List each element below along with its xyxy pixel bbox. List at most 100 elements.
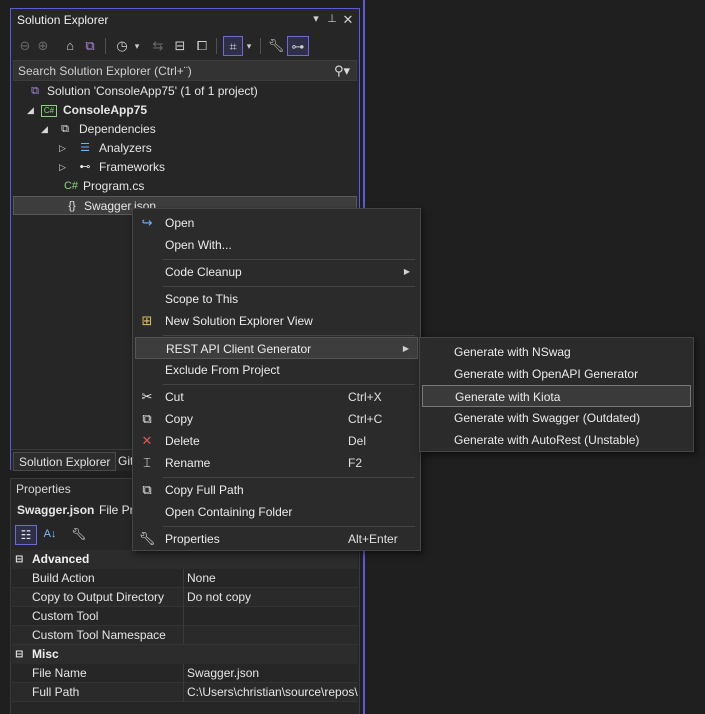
menu-label: Open Containing Folder [165,505,293,519]
tree-item-dependencies[interactable]: ◢ ⧉ Dependencies [41,120,357,139]
property-name: Custom Tool [32,609,99,623]
property-row[interactable]: Full Path C:\Users\christian\source\repo… [12,683,358,702]
property-row[interactable]: Custom Tool [12,607,358,626]
search-bar[interactable]: Search Solution Explorer (Ctrl+¨) ⚲▾ [13,60,357,81]
frameworks-icon: ⊷ [79,161,91,173]
menu-shortcut: F2 [348,456,363,470]
pin-icon[interactable]: ⊥ [325,12,339,28]
rest-api-submenu: Generate with NSwag Generate with OpenAP… [419,337,694,452]
property-value[interactable] [183,626,359,645]
collapse-icon[interactable]: ⊟ [15,550,23,569]
preview-selected-icon[interactable]: ⌗ [223,36,243,56]
rename-icon: ⌶ [143,455,151,470]
menu-label: Exclude From Project [165,363,280,377]
open-icon: ↪ [141,215,153,230]
collapsed-arrow-icon[interactable]: ▷ [59,158,66,177]
copy-icon: ⧉ [142,411,152,426]
menu-item-copy[interactable]: ⧉ Copy Ctrl+C [135,408,418,430]
menu-item-generate-swagger[interactable]: Generate with Swagger (Outdated) [422,407,691,429]
preview-icon[interactable]: ⊶ [287,36,309,56]
menu-item-generate-nswag[interactable]: Generate with NSwag [422,341,691,363]
menu-item-generate-openapi[interactable]: Generate with OpenAPI Generator [422,363,691,385]
sync-icon[interactable]: ⇆ [149,36,167,56]
property-pages-icon[interactable]: 🔧︎ [69,525,89,545]
property-value[interactable]: None [183,569,359,588]
wrench-icon[interactable]: 🔧︎ [267,36,285,56]
tree-item-label: Dependencies [79,122,156,136]
menu-item-properties[interactable]: 🔧︎ Properties Alt+Enter [135,528,418,550]
menu-label: Copy Full Path [165,483,244,497]
property-value[interactable]: Do not copy [183,588,359,607]
category-misc[interactable]: ⊟ Misc [12,645,358,664]
show-all-files-icon[interactable]: ⧠ [193,36,211,56]
json-file-icon: {} [68,200,76,212]
categorized-icon[interactable]: ☷ [15,525,37,545]
menu-item-rename[interactable]: ⌶ Rename F2 [135,452,418,474]
tree-item-label: Program.cs [83,179,145,193]
menu-item-exclude-from-project[interactable]: Exclude From Project [135,359,418,381]
tree-item-analyzers[interactable]: ▷ ☰ Analyzers [59,139,357,158]
search-icon[interactable]: ⚲▾ [334,63,350,79]
delete-x-icon: ✕ [141,433,153,448]
forward-icon[interactable]: ⊕ [35,36,51,56]
category-advanced[interactable]: ⊟ Advanced [12,550,358,569]
explorer-toolbar: ⊖ ⊕ ⌂ ⧉ ◷ ▾ ⇆ ⊟ ⧠ ⌗ ▾ 🔧︎ ⊶ [11,33,359,59]
menu-label: Generate with AutoRest (Unstable) [454,433,640,447]
menu-item-copy-full-path[interactable]: ⧉ Copy Full Path [135,479,418,501]
menu-label: Code Cleanup [165,265,242,279]
tree-item-project[interactable]: ◢ C# ConsoleApp75 [27,101,357,120]
tree-item-solution[interactable]: ⧉ Solution 'ConsoleApp75' (1 of 1 projec… [27,82,357,101]
property-value[interactable]: C:\Users\christian\source\repos\ [183,683,359,702]
property-row[interactable]: File Name Swagger.json [12,664,358,683]
menu-label: Copy [165,412,194,426]
menu-label: Generate with OpenAPI Generator [454,367,639,381]
property-row[interactable]: Custom Tool Namespace [12,626,358,645]
home-icon[interactable]: ⌂ [61,36,79,56]
property-row[interactable]: Copy to Output Directory Do not copy [12,588,358,607]
collapse-icon[interactable]: ⊟ [15,645,23,664]
new-view-icon: ⊞ [141,313,153,328]
tree-item-label: Solution 'ConsoleApp75' (1 of 1 project) [47,84,258,98]
solution-icon: ⧉ [31,85,39,97]
menu-item-generate-kiota[interactable]: Generate with Kiota [422,385,691,407]
submenu-arrow-icon: ▶ [402,344,409,353]
pending-changes-filter-icon[interactable]: ◷ [113,36,131,56]
expanded-arrow-icon[interactable]: ◢ [27,101,34,120]
collapsed-arrow-icon[interactable]: ▷ [59,139,66,158]
menu-item-open[interactable]: ↪ Open [135,212,418,234]
csharp-file-icon: C# [63,180,79,192]
switch-views-icon[interactable]: ⧉ [81,36,99,56]
menu-item-scope-to-this[interactable]: Scope to This [135,288,418,310]
expanded-arrow-icon[interactable]: ◢ [41,120,48,139]
menu-item-cut[interactable]: ✂ Cut Ctrl+X [135,386,418,408]
menu-item-delete[interactable]: ✕ Delete Del [135,430,418,452]
property-name: Copy to Output Directory [32,590,165,604]
property-value[interactable] [183,607,359,626]
menu-shortcut: Ctrl+X [348,390,382,404]
menu-item-open-with[interactable]: Open With... [135,234,418,256]
back-icon[interactable]: ⊖ [17,36,33,56]
csharp-project-icon: C# [41,105,57,117]
chevron-down-icon[interactable]: ▾ [132,36,142,56]
menu-item-rest-api-client-generator[interactable]: REST API Client Generator ▶ [135,337,418,359]
tree-item-frameworks[interactable]: ▷ ⊷ Frameworks [59,158,357,177]
chevron-down-icon[interactable]: ▾ [244,36,254,56]
window-position-icon[interactable]: ▾ [309,12,323,28]
close-icon[interactable]: ✕ [341,12,355,28]
menu-label: REST API Client Generator [166,342,312,356]
menu-item-open-containing-folder[interactable]: Open Containing Folder [135,501,418,523]
property-value[interactable]: Swagger.json [183,664,359,683]
tree-item-label: ConsoleApp75 [63,103,148,117]
tree-item-program[interactable]: C# Program.cs [59,177,357,196]
menu-label: Rename [165,456,211,470]
menu-item-generate-autorest[interactable]: Generate with AutoRest (Unstable) [422,429,691,451]
menu-item-new-explorer-view[interactable]: ⊞ New Solution Explorer View [135,310,418,332]
alphabetical-sort-icon[interactable]: A↓ [39,525,61,545]
tab-solution-explorer[interactable]: Solution Explorer [13,452,117,471]
dependencies-icon: ⧉ [61,123,69,135]
property-row[interactable]: Build Action None [12,569,358,588]
collapse-all-icon[interactable]: ⊟ [171,36,189,56]
search-input[interactable]: Search Solution Explorer (Ctrl+¨) [18,64,192,78]
menu-item-code-cleanup[interactable]: Code Cleanup ▶ [135,261,418,283]
menu-label: Open With... [165,238,232,252]
